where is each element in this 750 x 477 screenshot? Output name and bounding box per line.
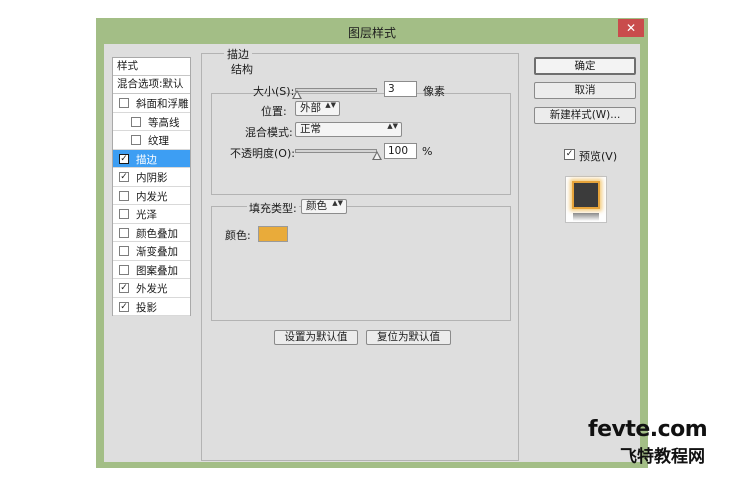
- cancel-button[interactable]: 取消: [534, 82, 636, 99]
- sidebar-item-label: 光泽: [136, 209, 157, 221]
- gradient-overlay-checkbox[interactable]: [119, 246, 129, 256]
- size-unit-label: 像素: [423, 85, 445, 98]
- texture-checkbox[interactable]: [131, 135, 141, 145]
- sidebar-item-label: 外发光: [136, 283, 168, 295]
- sidebar-item-texture[interactable]: 纹理: [113, 131, 190, 150]
- updown-arrows-icon: ▲▼: [325, 101, 336, 109]
- fill-type-select-value: 颜色: [306, 200, 327, 212]
- layer-style-dialog: 图层样式 ✕ 样式 混合选项:默认 斜面和浮雕 等高线 纹理 ✓ 描边 ✓ 内阴…: [96, 18, 648, 468]
- sidebar-item-color-overlay[interactable]: 颜色叠加: [113, 224, 190, 242]
- watermark-url: fevte.com: [588, 417, 708, 442]
- sidebar-item-drop-shadow[interactable]: ✓ 投影: [113, 298, 190, 316]
- sidebar-item-bevel-emboss[interactable]: 斜面和浮雕: [113, 94, 190, 113]
- contour-checkbox[interactable]: [131, 116, 141, 127]
- size-slider-thumb[interactable]: [292, 90, 302, 99]
- blend-mode-label: 混合模式:: [245, 126, 293, 139]
- close-button[interactable]: ✕: [618, 19, 644, 37]
- pattern-overlay-checkbox[interactable]: [119, 264, 129, 275]
- structure-group: [211, 93, 511, 195]
- blending-options-item[interactable]: 混合选项:默认: [113, 76, 190, 94]
- watermark-name: 飞特教程网: [620, 447, 705, 467]
- sidebar-item-label: 斜面和浮雕: [136, 98, 189, 110]
- title-bar[interactable]: 图层样式 ✕: [96, 18, 648, 44]
- size-slider-track[interactable]: [295, 88, 377, 92]
- preview-label: 预览(V): [579, 150, 618, 163]
- color-overlay-checkbox[interactable]: [119, 227, 129, 238]
- updown-arrows-icon: ▲▼: [332, 199, 343, 207]
- preview-shadow: [573, 213, 599, 221]
- fill-type-label: 填充类型:: [247, 200, 299, 216]
- stroke-section-title: 描边: [224, 46, 252, 62]
- sidebar-item-label: 图案叠加: [136, 264, 178, 277]
- drop-shadow-checkbox[interactable]: ✓: [119, 301, 129, 312]
- set-default-button[interactable]: 设置为默认值: [274, 330, 358, 345]
- sidebar-item-stroke[interactable]: ✓ 描边: [113, 149, 190, 168]
- fill-type-select[interactable]: 颜色 ▲▼: [301, 199, 347, 214]
- sidebar-item-inner-glow[interactable]: 内发光: [113, 187, 190, 205]
- preview-square-icon: [572, 181, 600, 209]
- sidebar-item-pattern-overlay[interactable]: 图案叠加: [113, 261, 190, 279]
- sidebar-item-satin[interactable]: 光泽: [113, 205, 190, 224]
- position-select-value: 外部: [300, 102, 321, 114]
- stroke-color-swatch[interactable]: [258, 226, 288, 242]
- ok-button[interactable]: 确定: [534, 57, 636, 75]
- dialog-body: 样式 混合选项:默认 斜面和浮雕 等高线 纹理 ✓ 描边 ✓ 内阴影 内发光 光…: [104, 44, 640, 462]
- bevel-emboss-checkbox[interactable]: [119, 98, 129, 108]
- opacity-input[interactable]: 100: [384, 143, 417, 159]
- opacity-label: 不透明度(O):: [230, 147, 295, 160]
- updown-arrows-icon: ▲▼: [387, 122, 398, 130]
- styles-header[interactable]: 样式: [113, 58, 190, 76]
- preview-checkbox[interactable]: ✓: [564, 149, 575, 160]
- sidebar-item-outer-glow[interactable]: ✓ 外发光: [113, 279, 190, 298]
- sidebar-item-label: 投影: [136, 301, 157, 314]
- watermark-logo: fevte.com 飞特教程网: [588, 417, 738, 469]
- sidebar-item-inner-shadow[interactable]: ✓ 内阴影: [113, 168, 190, 187]
- inner-shadow-checkbox[interactable]: ✓: [119, 172, 129, 182]
- position-label: 位置:: [261, 105, 287, 118]
- window-title: 图层样式: [347, 26, 396, 40]
- stroke-checkbox[interactable]: ✓: [119, 153, 129, 164]
- opacity-slider-thumb[interactable]: [372, 151, 382, 160]
- sidebar-item-label: 内发光: [136, 190, 168, 203]
- size-label: 大小(S):: [253, 85, 295, 98]
- satin-checkbox[interactable]: [119, 209, 129, 219]
- styles-list: 样式 混合选项:默认 斜面和浮雕 等高线 纹理 ✓ 描边 ✓ 内阴影 内发光 光…: [112, 57, 191, 316]
- blend-mode-select[interactable]: 正常 ▲▼: [295, 122, 402, 137]
- inner-glow-checkbox[interactable]: [119, 190, 129, 201]
- sidebar-item-contour[interactable]: 等高线: [113, 113, 190, 131]
- fill-group: [211, 206, 511, 321]
- sidebar-item-label: 内阴影: [136, 172, 168, 184]
- size-input[interactable]: 3: [384, 81, 417, 97]
- sidebar-item-label: 渐变叠加: [136, 246, 178, 258]
- style-preview-thumbnail: [565, 176, 607, 223]
- blend-mode-select-value: 正常: [300, 123, 321, 135]
- sidebar-item-label: 描边: [136, 153, 157, 166]
- structure-section-title: 结构: [228, 61, 256, 77]
- sidebar-item-label: 等高线: [148, 116, 180, 129]
- new-style-button[interactable]: 新建样式(W)...: [534, 107, 636, 124]
- position-select[interactable]: 外部 ▲▼: [295, 101, 340, 116]
- color-label: 颜色:: [225, 229, 251, 242]
- sidebar-item-label: 纹理: [148, 135, 169, 147]
- opacity-unit-label: %: [422, 145, 433, 158]
- sidebar-item-label: 颜色叠加: [136, 227, 178, 240]
- outer-glow-checkbox[interactable]: ✓: [119, 283, 129, 293]
- sidebar-item-gradient-overlay[interactable]: 渐变叠加: [113, 242, 190, 261]
- opacity-slider-track[interactable]: [295, 149, 377, 153]
- reset-default-button[interactable]: 复位为默认值: [366, 330, 451, 345]
